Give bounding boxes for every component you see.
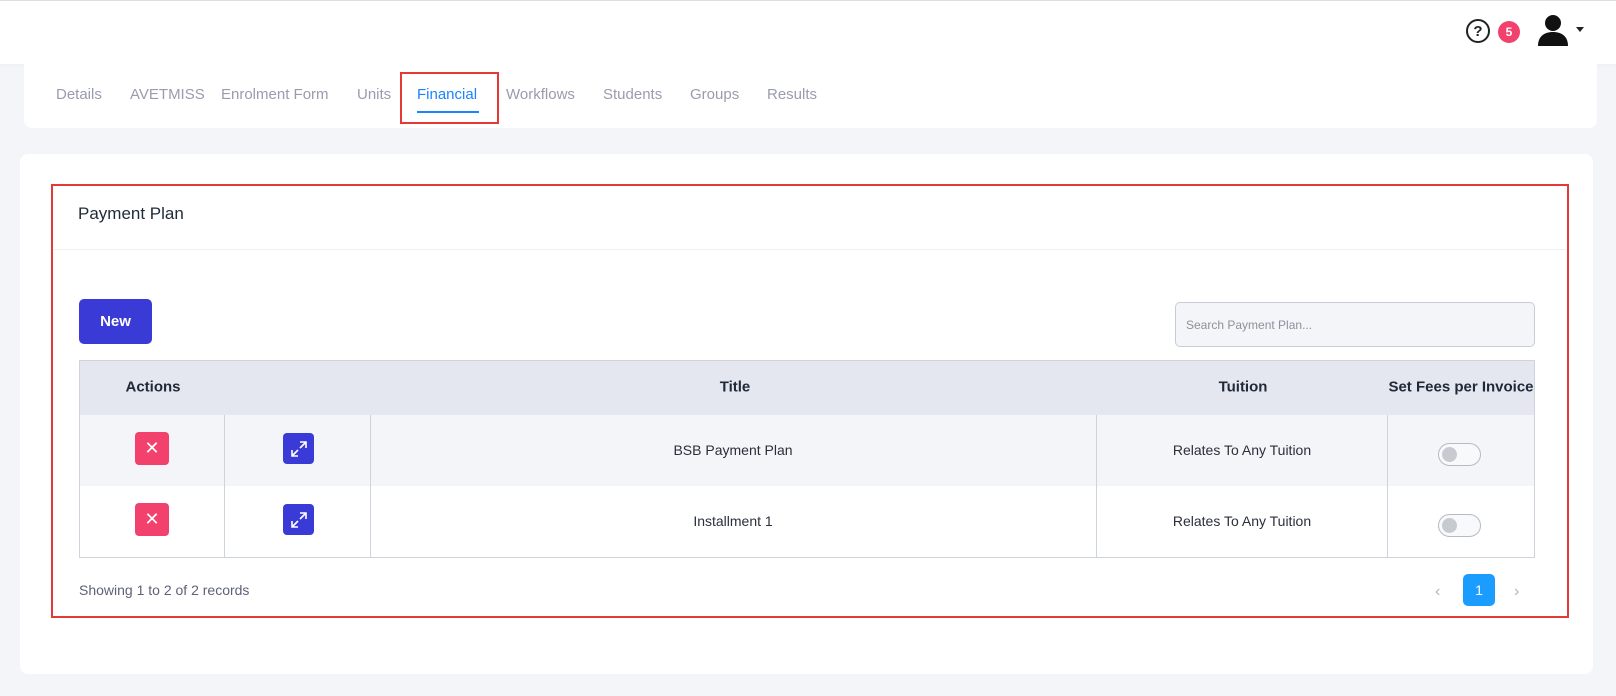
new-button[interactable]: New xyxy=(79,299,152,344)
tab-results[interactable]: Results xyxy=(767,86,817,103)
panel-title: Payment Plan xyxy=(78,204,184,223)
previous-page-icon[interactable]: ‹ xyxy=(1435,583,1440,601)
close-icon: ✕ xyxy=(144,438,160,458)
toggle-knob xyxy=(1442,518,1457,533)
tab-units[interactable]: Units xyxy=(357,86,391,103)
row-tuition: Relates To Any Tuition xyxy=(1172,442,1312,458)
search-input[interactable] xyxy=(1175,302,1535,347)
page-1-button[interactable]: 1 xyxy=(1463,574,1495,606)
tab-details[interactable]: Details xyxy=(56,86,102,103)
toggle-knob xyxy=(1442,447,1457,462)
tab-financial[interactable]: Financial xyxy=(417,86,477,103)
active-tab-underline xyxy=(417,111,479,113)
user-avatar-icon[interactable] xyxy=(1536,13,1570,47)
expand-button[interactable] xyxy=(283,433,314,464)
tab-workflows[interactable]: Workflows xyxy=(506,86,575,103)
row-title: Installment 1 xyxy=(693,513,773,529)
expand-icon xyxy=(290,440,307,457)
notification-badge[interactable]: 5 xyxy=(1498,21,1520,43)
top-bar: ? 5 xyxy=(0,0,1616,64)
table-header xyxy=(80,361,1534,415)
expand-button[interactable] xyxy=(283,504,314,535)
column-divider xyxy=(224,415,225,558)
help-icon[interactable]: ? xyxy=(1466,19,1490,43)
expand-icon xyxy=(290,511,307,528)
tab-enrolment-form[interactable]: Enrolment Form xyxy=(221,86,329,103)
delete-button[interactable]: ✕ xyxy=(135,432,169,465)
tab-avetmiss[interactable]: AVETMISS xyxy=(130,86,205,103)
set-fees-toggle[interactable] xyxy=(1438,443,1481,466)
column-divider xyxy=(1387,415,1388,558)
header-actions: Actions xyxy=(125,378,181,396)
column-divider xyxy=(1096,415,1097,558)
close-icon: ✕ xyxy=(144,509,160,529)
header-tuition[interactable]: Tuition xyxy=(1219,379,1268,396)
column-divider xyxy=(370,415,371,558)
header-title[interactable]: Title xyxy=(720,379,751,396)
panel-divider xyxy=(54,249,1566,250)
chevron-down-icon[interactable] xyxy=(1576,27,1584,32)
tab-students[interactable]: Students xyxy=(603,86,662,103)
set-fees-toggle[interactable] xyxy=(1438,514,1481,537)
tab-groups[interactable]: Groups xyxy=(690,86,739,103)
next-page-icon[interactable]: › xyxy=(1514,583,1519,601)
records-info: Showing 1 to 2 of 2 records xyxy=(79,582,250,598)
delete-button[interactable]: ✕ xyxy=(135,503,169,536)
header-set-fees-per-invoice[interactable]: Set Fees per Invoice xyxy=(1388,379,1533,396)
row-tuition: Relates To Any Tuition xyxy=(1172,513,1312,529)
row-title: BSB Payment Plan xyxy=(673,442,793,458)
